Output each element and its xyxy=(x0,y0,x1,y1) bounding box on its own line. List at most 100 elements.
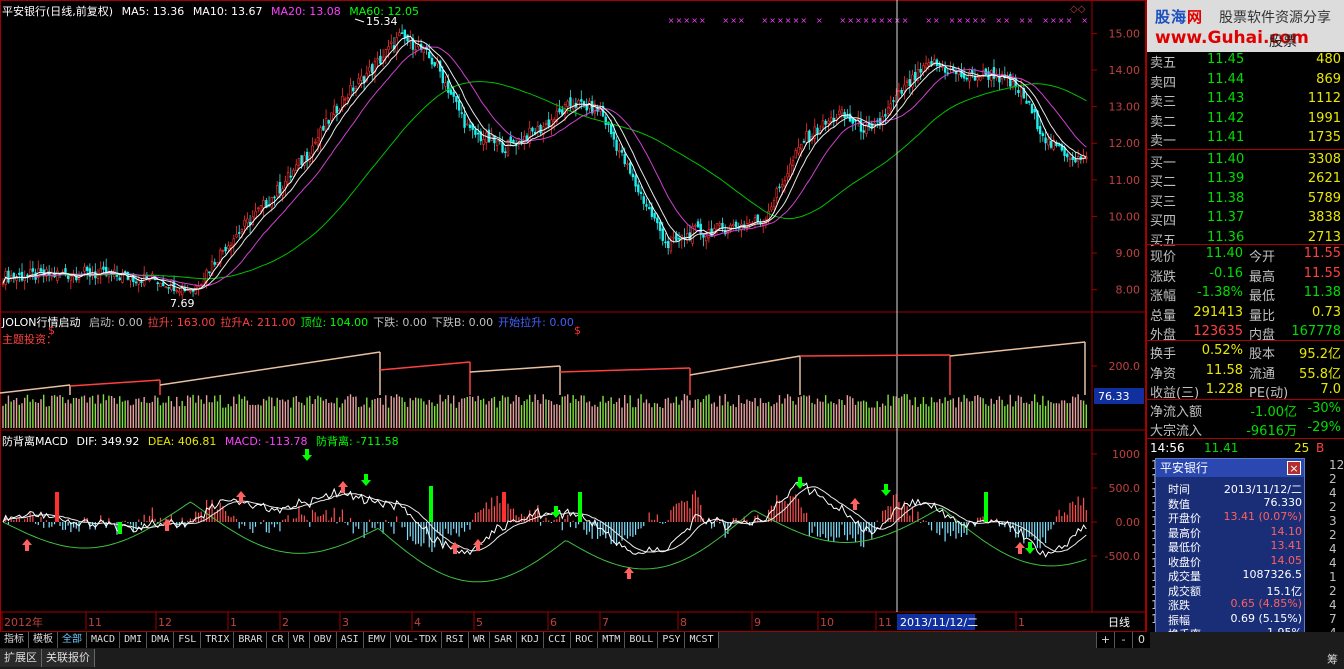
macd-label: MACD: -113.78 xyxy=(224,435,308,448)
signal-marker: × xyxy=(855,16,862,25)
chip-button[interactable]: 筹 xyxy=(1327,651,1338,667)
chart-area[interactable]: 15.00 14.00 13.00 12.00 11.00 10.00 9.00 8.00 15… xyxy=(0,0,1146,632)
candle-body xyxy=(992,67,996,79)
tab-mcst[interactable]: MCST xyxy=(685,632,719,648)
orderbook-row[interactable]: 卖四 11.44 869 xyxy=(1147,72,1344,92)
zoom-button[interactable]: + xyxy=(1096,632,1114,648)
tab-brar[interactable]: BRAR xyxy=(234,632,268,648)
tab-wr[interactable]: WR xyxy=(468,632,491,648)
tick-side: B xyxy=(1316,441,1325,455)
tab-dma[interactable]: DMA xyxy=(147,632,175,648)
tab-fsl[interactable]: FSL xyxy=(174,632,202,648)
quote-label: 总量 xyxy=(1150,308,1177,324)
info-popup[interactable]: 平安银行 × 时间 2013/11/12/二 数值 76.330 开盘价 13.41 (0… xyxy=(1155,458,1305,660)
candle-body xyxy=(694,224,697,227)
tick-volume: 7 xyxy=(1329,612,1337,626)
candle-body xyxy=(623,154,626,165)
candle-body xyxy=(748,222,751,225)
candle-body xyxy=(56,270,59,281)
price-tick-label: 8.00 xyxy=(1116,284,1141,297)
divider xyxy=(1147,244,1344,245)
tab-全部[interactable]: 全部 xyxy=(58,632,87,648)
orderbook-price: 11.40 xyxy=(1207,151,1245,167)
orderbook-row[interactable]: 卖二 11.42 1991 xyxy=(1147,111,1344,131)
zoom-button[interactable]: - xyxy=(1114,632,1132,648)
candle-body xyxy=(360,75,363,81)
orderbook-label: 卖四 xyxy=(1150,75,1177,91)
tab-mtm[interactable]: MTM xyxy=(598,632,626,648)
orderbook-volume: 1735 xyxy=(1307,130,1341,145)
ext-tab[interactable]: 扩展区 xyxy=(0,649,42,667)
candle-body xyxy=(704,235,708,242)
orderbook-row[interactable]: 买四 11.37 3838 xyxy=(1147,210,1344,230)
quote-value: 1.228 xyxy=(1205,382,1243,397)
candle-body xyxy=(805,131,808,143)
zoom-button[interactable]: 0 xyxy=(1132,632,1150,648)
indicator2-name: 防背离MACD xyxy=(2,435,68,448)
candle-body xyxy=(414,49,417,52)
tab-kdj[interactable]: KDJ xyxy=(517,632,545,648)
tab-emv[interactable]: EMV xyxy=(363,632,391,648)
orderbook-volume: 1112 xyxy=(1307,91,1341,106)
orderbook-row[interactable]: 买三 11.38 5789 xyxy=(1147,191,1344,211)
candle-body xyxy=(664,241,667,244)
tab-psy[interactable]: PSY xyxy=(658,632,686,648)
candle-body xyxy=(85,266,89,271)
candle-body xyxy=(447,80,450,93)
tab-指标[interactable]: 指标 xyxy=(0,632,29,648)
tab-boll[interactable]: BOLL xyxy=(625,632,659,648)
signal-marker: × xyxy=(676,16,683,25)
candle-body xyxy=(485,132,488,143)
bottom-toolbar: 指标 模板 全部 MACD DMI DMA FSL TRIX BRAR CR VR OBV ASI EMV… xyxy=(0,632,1344,669)
candle-body xyxy=(31,268,35,272)
orderbook-row[interactable]: 卖三 11.43 1112 xyxy=(1147,91,1344,111)
indicator1-step xyxy=(799,354,951,357)
tab-obv[interactable]: OBV xyxy=(309,632,337,648)
candle-body xyxy=(123,271,127,273)
popup-title-bar[interactable]: 平安银行 × xyxy=(1156,459,1304,477)
ext-tab[interactable]: 关联报价 xyxy=(42,649,95,667)
candle-body xyxy=(26,274,29,277)
candle-body xyxy=(398,32,401,37)
orderbook-label: 买四 xyxy=(1150,214,1177,229)
tab-asi[interactable]: ASI xyxy=(336,632,364,648)
orderbook-row[interactable]: 卖一 11.41 1735 xyxy=(1147,130,1344,150)
candle-body xyxy=(327,120,330,124)
tab-macd[interactable]: MACD xyxy=(87,632,121,648)
signal-marker: × xyxy=(785,16,792,25)
signal-marker: × xyxy=(699,16,706,25)
orderbook-row[interactable]: 买二 11.39 2621 xyxy=(1147,171,1344,191)
candle-body xyxy=(384,49,388,57)
candle-body xyxy=(561,109,564,115)
orderbook-row[interactable]: 卖五 11.45 480 xyxy=(1147,52,1344,72)
quote-value: 11.38 xyxy=(1303,285,1341,300)
tab-cr[interactable]: CR xyxy=(267,632,289,648)
candle-body xyxy=(569,97,572,107)
close-icon[interactable]: × xyxy=(1287,461,1301,475)
candle-body xyxy=(666,241,670,249)
tab-vol-tdx[interactable]: VOL-TDX xyxy=(390,632,442,648)
tab-dmi[interactable]: DMI xyxy=(120,632,148,648)
tab-模板[interactable]: 模板 xyxy=(29,632,58,648)
tab-rsi[interactable]: RSI xyxy=(441,632,469,648)
candle-body xyxy=(702,234,705,238)
candle-body xyxy=(178,291,181,294)
candle-body xyxy=(148,279,151,281)
tab-roc[interactable]: ROC xyxy=(571,632,599,648)
candle-body xyxy=(208,271,211,274)
time-tick-label: 3 xyxy=(342,616,349,629)
tab-trix[interactable]: TRIX xyxy=(201,632,235,648)
candle-body xyxy=(18,272,21,275)
candle-body xyxy=(1011,81,1015,87)
signal-marker: × xyxy=(964,16,971,25)
tab-vr[interactable]: VR xyxy=(288,632,310,648)
tab-sar[interactable]: SAR xyxy=(490,632,518,648)
quote-value: -0.16 xyxy=(1209,265,1243,281)
candle-body xyxy=(278,182,282,194)
orderbook-label: 卖一 xyxy=(1150,134,1177,149)
tab-cci[interactable]: CCI xyxy=(544,632,572,648)
main-chart-header: 平安银行(日线,前复权) MA5: 13.36 MA10: 13.67 MA20… xyxy=(2,3,424,19)
time-tick-label: 10 xyxy=(820,616,834,629)
orderbook-row[interactable]: 买一 11.40 3308 xyxy=(1147,152,1344,172)
quote-value: 0.52% xyxy=(1201,343,1243,358)
